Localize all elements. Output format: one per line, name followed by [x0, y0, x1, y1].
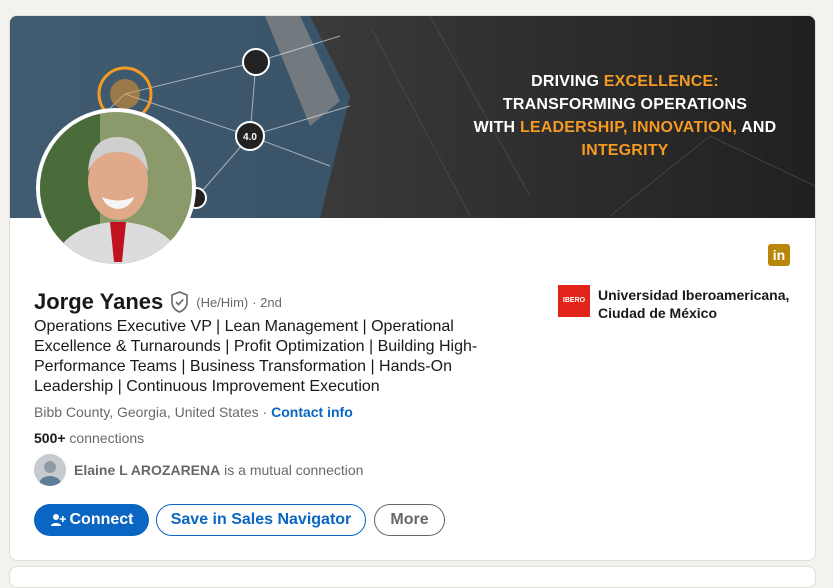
banner-line4: INTEGRITY	[581, 142, 669, 159]
mutual-connection-name: Elaine L AROZARENA	[74, 462, 221, 478]
banner-line3a: WITH	[473, 119, 520, 136]
linkedin-icon[interactable]: in	[768, 244, 790, 266]
location-text: Bibb County, Georgia, United States	[34, 404, 259, 420]
mutual-connection-avatar[interactable]	[34, 454, 66, 486]
connect-button[interactable]: Connect	[34, 504, 149, 536]
banner-line3b: LEADERSHIP, INNOVATION,	[519, 119, 738, 136]
education-name[interactable]: Universidad Iberoamericana, Ciudad de Mé…	[598, 286, 798, 322]
connect-button-label: Connect	[69, 511, 134, 528]
location-row: Bibb County, Georgia, United States · Co…	[34, 404, 353, 420]
banner-line1b: EXCELLENCE:	[603, 73, 719, 90]
profile-card: 4.0 DRIVING EXCELLENCE: TRANSFORMING OPE…	[9, 15, 816, 561]
profile-headline: Operations Executive VP | Lean Managemen…	[34, 318, 478, 395]
profile-avatar[interactable]	[36, 108, 196, 268]
save-in-sales-navigator-button[interactable]: Save in Sales Navigator	[156, 504, 366, 536]
mutual-connection-text[interactable]: Elaine L AROZARENA is a mutual connectio…	[74, 462, 363, 478]
more-button-label: More	[390, 511, 429, 528]
profile-name: Jorge Yanes	[34, 289, 164, 314]
verified-shield-icon[interactable]	[170, 291, 189, 313]
banner-line1a: DRIVING	[531, 73, 604, 90]
connections-label: connections	[65, 430, 145, 446]
connection-degree: · 2nd	[252, 294, 282, 310]
location-separator: ·	[258, 404, 272, 420]
university-logo[interactable]: IBERO	[558, 285, 590, 317]
next-card-edge	[9, 566, 816, 588]
connections-count[interactable]: 500+ connections	[34, 430, 144, 446]
pronouns: (He/Him)	[196, 294, 249, 310]
mutual-connection-suffix: is a mutual connection	[220, 462, 364, 478]
banner-line2: TRANSFORMING OPERATIONS	[502, 96, 748, 113]
name-row: Jorge Yanes (He/Him) · 2nd	[34, 288, 282, 316]
banner-badge-label: 4.0	[243, 132, 257, 143]
banner-tagline: DRIVING EXCELLENCE: TRANSFORMING OPERATI…	[430, 70, 815, 162]
add-person-icon	[50, 514, 66, 526]
avatar-photo	[40, 112, 192, 264]
mutual-avatar-photo	[34, 454, 66, 486]
connections-number: 500+	[34, 430, 66, 446]
banner-line3c: AND	[737, 119, 777, 136]
more-button[interactable]: More	[374, 504, 445, 536]
save-nav-label: Save in Sales Navigator	[170, 511, 352, 528]
contact-info-link[interactable]: Contact info	[271, 404, 353, 420]
